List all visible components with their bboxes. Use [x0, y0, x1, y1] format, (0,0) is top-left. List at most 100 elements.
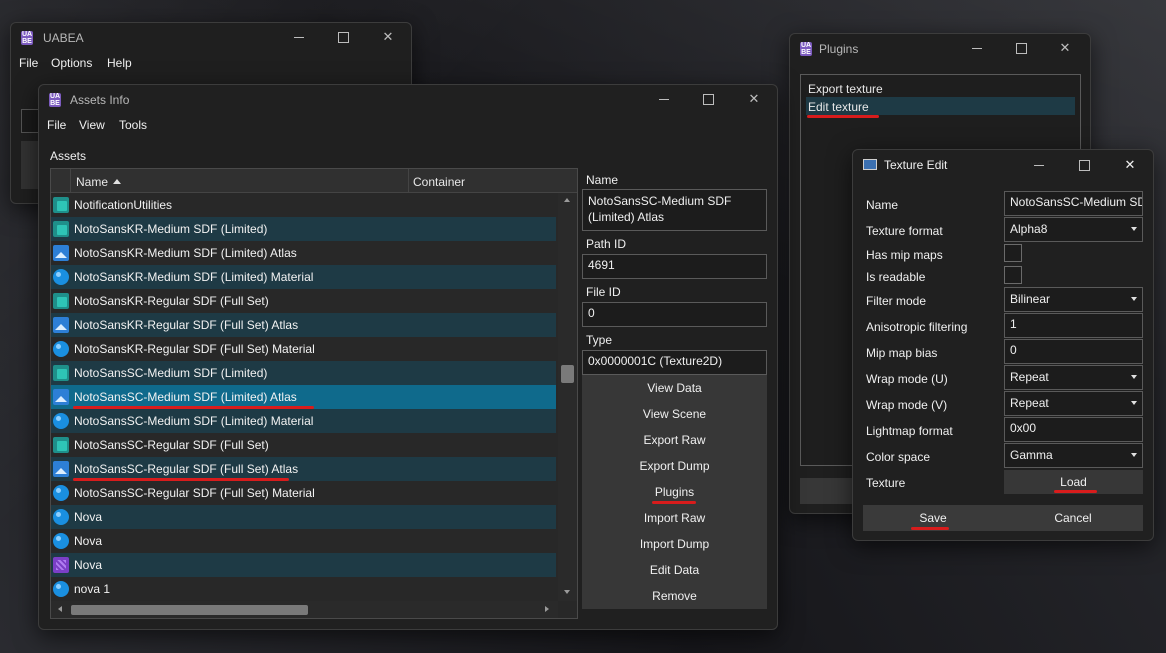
file-id-label: File ID: [586, 285, 621, 299]
scroll-down-icon[interactable]: [564, 590, 570, 594]
scroll-left-icon[interactable]: [58, 606, 62, 612]
uabea-titlebar[interactable]: UA BE UABEA ✕: [11, 23, 411, 53]
close-button[interactable]: ✕: [378, 27, 398, 47]
lightmap-format-field[interactable]: 0x00: [1004, 417, 1143, 442]
asset-row[interactable]: NotoSansKR-Regular SDF (Full Set) Materi…: [51, 337, 556, 361]
asset-row-label: NotoSansSC-Regular SDF (Full Set) Materi…: [74, 486, 315, 500]
texture-name-field[interactable]: NotoSansSC-Medium SDF: [1004, 191, 1143, 216]
path-id-field[interactable]: 4691: [582, 254, 767, 279]
asset-row[interactable]: NotoSansSC-Regular SDF (Full Set): [51, 433, 556, 457]
texture-edit-titlebar[interactable]: Texture Edit ✕: [853, 150, 1153, 180]
asset-row[interactable]: NotoSansKR-Medium SDF (Limited) Material: [51, 265, 556, 289]
asset-row-label: NotoSansSC-Medium SDF (Limited) Atlas: [74, 390, 297, 404]
close-button[interactable]: ✕: [1055, 38, 1075, 58]
asset-row[interactable]: NotoSansKR-Medium SDF (Limited): [51, 217, 556, 241]
column-header-name[interactable]: Name: [70, 169, 408, 193]
asset-row-label: NotoSansKR-Regular SDF (Full Set) Atlas: [74, 318, 299, 332]
wrap-mode-v-dropdown[interactable]: Repeat: [1004, 391, 1143, 416]
sprite-icon: [53, 557, 69, 573]
maximize-button[interactable]: [333, 27, 353, 47]
asset-row[interactable]: NotificationUtilities: [51, 193, 556, 217]
asset-row[interactable]: NotoSansKR-Regular SDF (Full Set) Atlas: [51, 313, 556, 337]
asset-row[interactable]: NotoSansSC-Medium SDF (Limited): [51, 361, 556, 385]
vertical-scroll-thumb[interactable]: [561, 365, 574, 383]
asset-row-label: Nova: [74, 510, 103, 524]
asset-row[interactable]: Nova: [51, 505, 556, 529]
texture-format-label: Texture format: [866, 224, 943, 238]
asset-row-label: NotoSansSC-Medium SDF (Limited) Material: [74, 414, 314, 428]
horizontal-scroll-thumb[interactable]: [71, 605, 308, 615]
vertical-scrollbar[interactable]: [558, 193, 577, 601]
name-field[interactable]: NotoSansSC-Medium SDF (Limited) Atlas: [582, 189, 767, 231]
material-icon: [53, 485, 69, 501]
menu-file[interactable]: File: [47, 118, 66, 132]
filter-mode-label: Filter mode: [866, 294, 927, 308]
cancel-button[interactable]: Cancel: [1003, 505, 1143, 531]
asset-row[interactable]: Nova: [51, 553, 556, 577]
asset-row[interactable]: NotoSansSC-Regular SDF (Full Set) Materi…: [51, 481, 556, 505]
minimize-button[interactable]: [967, 38, 987, 58]
color-space-value: Gamma: [1010, 448, 1053, 462]
import-raw-button[interactable]: Import Raw: [582, 505, 767, 531]
plugins-titlebar[interactable]: UA BE Plugins ✕: [790, 34, 1090, 64]
menu-options[interactable]: Options: [51, 56, 92, 70]
file-id-field[interactable]: 0: [582, 302, 767, 327]
asset-row[interactable]: nova 1: [51, 577, 556, 601]
close-button[interactable]: ✕: [744, 89, 764, 109]
maximize-button[interactable]: [698, 89, 718, 109]
asset-row[interactable]: NotoSansSC-Medium SDF (Limited) Material: [51, 409, 556, 433]
plugin-item-label: Edit texture: [808, 100, 869, 114]
asset-row[interactable]: NotoSansKR-Medium SDF (Limited) Atlas: [51, 241, 556, 265]
asset-row-label: NotoSansKR-Medium SDF (Limited) Atlas: [74, 246, 297, 260]
asset-row-label: Nova: [74, 558, 103, 572]
menu-tools[interactable]: Tools: [119, 118, 147, 132]
import-dump-button[interactable]: Import Dump: [582, 531, 767, 557]
color-space-dropdown[interactable]: Gamma: [1004, 443, 1143, 468]
filter-mode-dropdown[interactable]: Bilinear: [1004, 287, 1143, 312]
plugin-item[interactable]: Export texture: [801, 79, 1080, 97]
scroll-up-icon[interactable]: [564, 198, 570, 202]
plugins-ok-button-stub[interactable]: [800, 478, 860, 504]
chevron-down-icon: [1131, 401, 1137, 405]
annotation-underline: [807, 115, 879, 118]
monobehaviour-icon: [53, 437, 69, 453]
texture-format-dropdown[interactable]: Alpha8: [1004, 217, 1143, 242]
export-raw-button[interactable]: Export Raw: [582, 427, 767, 453]
assets-rows: NotificationUtilities NotoSansKR-Medium S…: [51, 193, 556, 601]
minimize-button[interactable]: [289, 27, 309, 47]
view-scene-button[interactable]: View Scene: [582, 401, 767, 427]
material-icon: [53, 341, 69, 357]
view-data-button[interactable]: View Data: [582, 375, 767, 401]
mip-map-bias-field[interactable]: 0: [1004, 339, 1143, 364]
asset-row[interactable]: Nova: [51, 529, 556, 553]
menu-file[interactable]: File: [19, 56, 38, 70]
menu-view[interactable]: View: [79, 118, 105, 132]
asset-row-label: nova 1: [74, 582, 111, 596]
asset-row-label: NotoSansSC-Medium SDF (Limited): [74, 366, 268, 380]
type-label: Type: [586, 333, 613, 347]
remove-button[interactable]: Remove: [582, 583, 767, 609]
asset-row[interactable]: NotoSansKR-Regular SDF (Full Set): [51, 289, 556, 313]
horizontal-scrollbar[interactable]: [51, 601, 558, 618]
maximize-button[interactable]: [1074, 155, 1094, 175]
edit-data-button[interactable]: Edit Data: [582, 557, 767, 583]
anisotropic-filtering-field[interactable]: 1: [1004, 313, 1143, 338]
close-button[interactable]: ✕: [1120, 155, 1140, 175]
export-dump-button[interactable]: Export Dump: [582, 453, 767, 479]
has-mip-maps-checkbox[interactable]: [1004, 244, 1022, 262]
is-readable-checkbox[interactable]: [1004, 266, 1022, 284]
wrap-mode-u-dropdown[interactable]: Repeat: [1004, 365, 1143, 390]
minimize-button[interactable]: [654, 89, 674, 109]
window-title: UABEA: [43, 31, 84, 45]
color-space-label: Color space: [866, 450, 931, 464]
menu-help[interactable]: Help: [107, 56, 132, 70]
column-header-container[interactable]: Container: [408, 169, 558, 193]
wrap-mode-u-label: Wrap mode (U): [866, 372, 948, 386]
maximize-button[interactable]: [1011, 38, 1031, 58]
type-field[interactable]: 0x0000001C (Texture2D): [582, 350, 767, 375]
scroll-right-icon[interactable]: [545, 606, 549, 612]
material-icon: [53, 413, 69, 429]
minimize-button[interactable]: [1029, 155, 1049, 175]
assets-info-titlebar[interactable]: UA BE Assets Info ✕: [39, 85, 777, 115]
plugin-item[interactable]: Edit texture: [806, 97, 1075, 115]
